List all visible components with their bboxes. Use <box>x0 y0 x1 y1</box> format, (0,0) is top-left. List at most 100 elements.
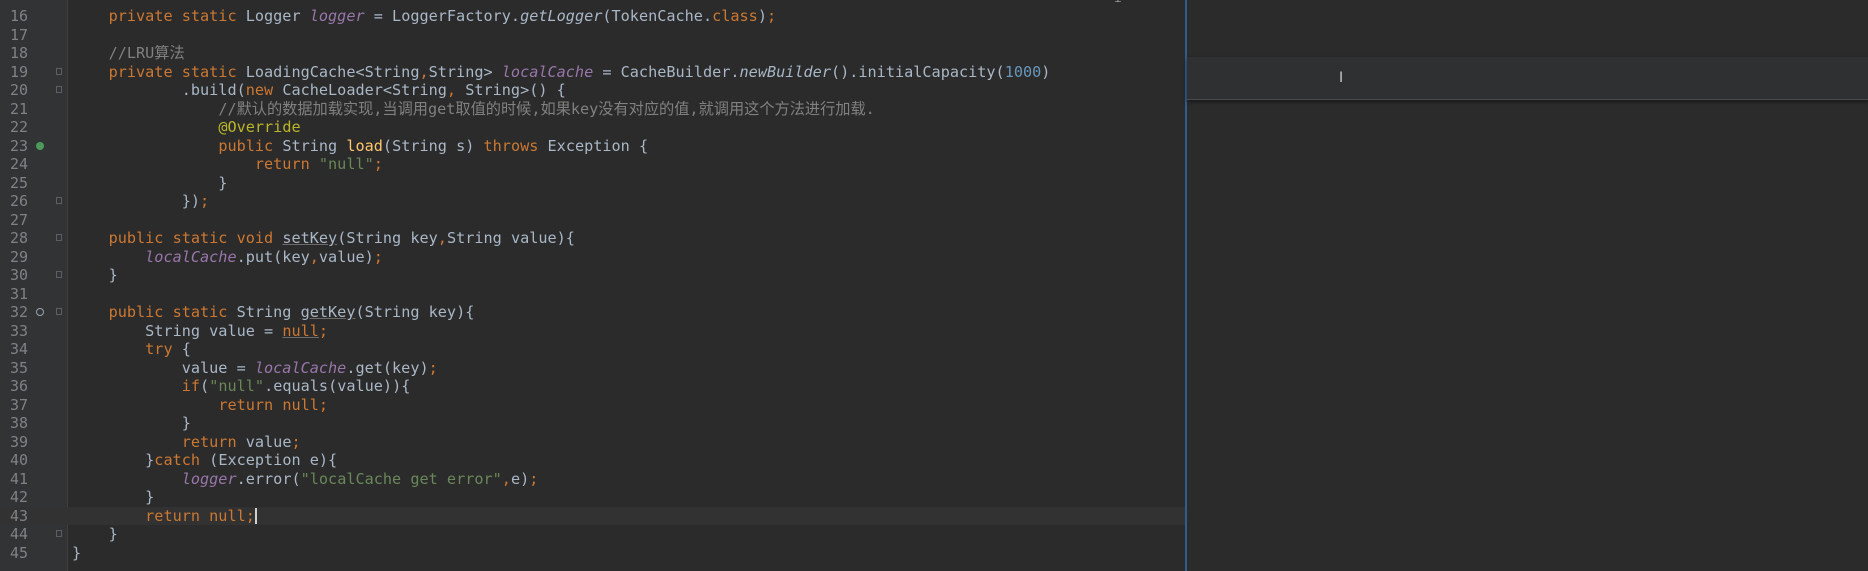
code-token: catch <box>154 451 210 469</box>
line-number: 18 <box>10 44 29 62</box>
code-line[interactable]: 24 return "null"; <box>0 155 1186 174</box>
code-line[interactable]: 19 private static LoadingCache<String,St… <box>0 63 1186 82</box>
code-line[interactable]: 38 } <box>0 414 1186 433</box>
code-line[interactable]: 30 } <box>0 266 1186 285</box>
line-number: 24 <box>10 155 29 173</box>
fold-marker-icon[interactable] <box>56 197 62 204</box>
code-line[interactable]: 42 } <box>0 488 1186 507</box>
code-line[interactable]: 26 }); <box>0 192 1186 211</box>
code-line[interactable]: 20 .build(new CacheLoader<String, String… <box>0 81 1186 100</box>
line-number: 40 <box>10 451 29 469</box>
code-token: //默认的数据加载实现,当调用get取值的时候,如果key没有对应的值,就调用这… <box>218 99 875 118</box>
line-number: 35 <box>10 358 29 377</box>
fold-marker-icon[interactable] <box>56 530 62 537</box>
code-text: }catch (Exception e){ <box>72 451 337 470</box>
code-line[interactable]: 43 return null; <box>0 506 1186 525</box>
code-line[interactable]: 22 @Override <box>0 118 1186 137</box>
code-text: logger.error("localCache get error",e); <box>72 469 539 489</box>
code-line[interactable]: 45} <box>0 544 1186 563</box>
code-text: //默认的数据加载实现,当调用get取值的时候,如果key没有对应的值,就调用这… <box>72 99 875 119</box>
code-token: , <box>437 229 447 247</box>
line-number: 37 <box>10 395 29 414</box>
code-line[interactable]: 40 }catch (Exception e){ <box>0 451 1186 470</box>
code-token: ( <box>200 377 210 395</box>
code-token: .error( <box>236 469 301 488</box>
code-token: } <box>72 543 82 562</box>
line-number: 45 <box>10 543 29 562</box>
line-number: 38 <box>10 414 29 432</box>
code-text: value = localCache.get(key); <box>72 359 438 378</box>
line-number: 39 <box>10 432 29 451</box>
code-token: "null" <box>318 155 374 173</box>
code-token: , <box>501 469 511 488</box>
code-token: } <box>72 488 155 506</box>
code-token: .build( <box>72 81 246 99</box>
code-token: return <box>181 432 246 451</box>
code-line[interactable]: 18 //LRU算法 <box>0 44 1186 63</box>
code-token: .get(key) <box>346 358 429 377</box>
code-line[interactable]: 29 localCache.put(key,value); <box>0 248 1186 267</box>
code-token: } <box>72 266 118 284</box>
code-text: private static LoadingCache<String,Strin… <box>72 62 1051 82</box>
fold-marker-icon[interactable] <box>56 234 62 241</box>
code-token: localCache <box>145 247 237 266</box>
fold-marker-icon[interactable] <box>56 271 62 278</box>
line-number: 44 <box>10 525 29 543</box>
code-token: ; <box>200 192 210 210</box>
code-token: localCache <box>501 62 594 81</box>
code-line[interactable]: 33 String value = null; <box>0 322 1186 341</box>
implements-method-icon[interactable] <box>36 141 44 150</box>
code-line[interactable]: 44 } <box>0 525 1186 544</box>
code-line[interactable]: 41 logger.error("localCache get error",e… <box>0 470 1186 489</box>
code-token: String value = <box>72 321 283 340</box>
code-token: logger <box>181 469 237 488</box>
code-line[interactable]: 21 //默认的数据加载实现,当调用get取值的时候,如果key没有对应的值,就… <box>0 100 1186 119</box>
code-text: }); <box>72 192 209 211</box>
code-editor[interactable]: 16 private static Logger logger = Logger… <box>0 0 1186 571</box>
code-token: return <box>254 155 319 173</box>
code-token: if <box>181 377 201 395</box>
code-line[interactable]: 25 } <box>0 174 1186 193</box>
code-line[interactable]: 39 return value; <box>0 433 1186 452</box>
line-number: 31 <box>10 284 29 303</box>
code-line[interactable]: 31 <box>0 285 1186 304</box>
code-line[interactable]: 36 if("null".equals(value)){ <box>0 377 1186 396</box>
code-line[interactable]: 34 try { <box>0 340 1186 359</box>
fold-marker-icon[interactable] <box>56 86 62 93</box>
ide-window: 16 private static Logger logger = Logger… <box>0 0 1868 571</box>
line-number: 33 <box>10 321 29 340</box>
code-line[interactable]: 27 <box>0 211 1186 230</box>
line-number: 22 <box>10 118 29 136</box>
code-line[interactable]: 16 private static Logger logger = Logger… <box>0 7 1186 26</box>
code-token: String>() { <box>465 81 566 99</box>
code-token: } <box>72 414 191 432</box>
fold-marker-icon[interactable] <box>56 308 62 315</box>
code-text: } <box>72 266 118 285</box>
override-marker-icon[interactable] <box>36 308 44 316</box>
code-token: //LRU算法 <box>108 44 185 62</box>
code-line[interactable]: 35 value = localCache.get(key); <box>0 359 1186 378</box>
code-line[interactable]: 17 <box>0 26 1186 45</box>
code-text: } <box>72 174 227 193</box>
text-cursor-icon: I <box>1339 70 1344 86</box>
fold-marker-icon[interactable] <box>56 67 62 75</box>
code-token: public <box>218 136 283 155</box>
code-token: new <box>245 81 283 99</box>
code-line[interactable]: 32 public static String getKey(String ke… <box>0 303 1186 322</box>
code-token: class <box>712 7 758 25</box>
line-number: 30 <box>10 266 29 284</box>
code-token: ; <box>373 155 383 173</box>
code-token: ; <box>529 469 539 488</box>
code-token: return null; <box>145 506 255 525</box>
text-caret <box>254 507 257 524</box>
code-token: "null" <box>209 377 265 395</box>
code-line[interactable]: 37 return null; <box>0 396 1186 415</box>
code-line[interactable]: 28 public static void setKey(String key,… <box>0 229 1186 248</box>
code-text: .build(new CacheLoader<String, String>()… <box>72 81 566 100</box>
code-line[interactable]: 23 public String load(String s) throws E… <box>0 137 1186 156</box>
